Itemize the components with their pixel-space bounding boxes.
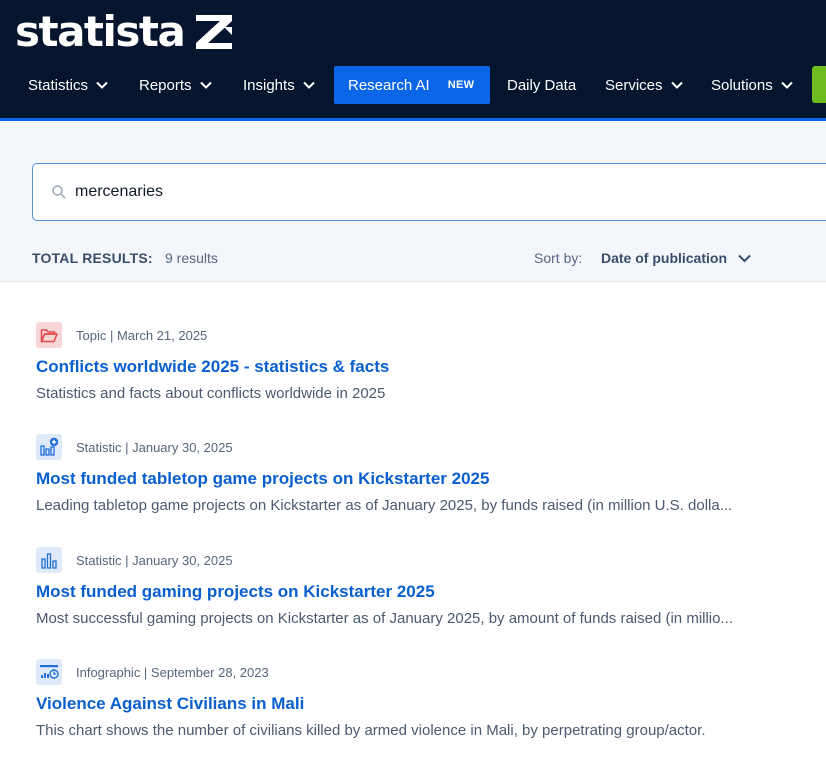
nav-reports-label: Reports [139, 76, 192, 94]
nav-solutions[interactable]: Solutions [711, 66, 793, 104]
sort-dropdown[interactable]: Date of publication [601, 250, 727, 266]
result-meta-text: Statistic | January 30, 2025 [76, 552, 233, 568]
result-meta-text: Statistic | January 30, 2025 [76, 439, 233, 455]
result-meta: Topic | March 21, 2025 [36, 322, 207, 348]
folder-icon [36, 322, 62, 348]
statista-logo[interactable]: statista [15, 8, 234, 56]
result-description: Most successful gaming projects on Kicks… [36, 610, 733, 627]
search-icon [52, 185, 66, 199]
result-meta-text: Infographic | September 28, 2023 [76, 664, 269, 680]
result-description: Leading tabletop game projects on Kickst… [36, 497, 733, 514]
chevron-down-icon[interactable] [738, 254, 751, 263]
nav-research-ai-button[interactable]: Research AI NEW [334, 66, 490, 104]
new-badge: NEW [447, 79, 475, 91]
nav-daily-data-label: Daily Data [507, 76, 577, 94]
search-input[interactable] [75, 178, 775, 206]
result-meta-text: Topic | March 21, 2025 [76, 327, 208, 343]
logo-mark-icon [196, 15, 233, 49]
nav-solutions-label: Solutions [711, 76, 773, 94]
result-meta: Infographic | September 28, 2023 [36, 659, 269, 685]
nav-research-ai-label: Research AI [348, 76, 430, 94]
chevron-down-icon [781, 81, 793, 89]
chevron-down-icon [199, 81, 212, 89]
nav-reports[interactable]: Reports [139, 66, 212, 104]
nav-statistics-label: Statistics [28, 76, 89, 94]
sort-by-label: Sort by: [534, 250, 583, 266]
nav-insights[interactable]: Insights [243, 66, 315, 104]
nav-insights-label: Insights [243, 76, 295, 94]
chevron-down-icon [670, 81, 683, 89]
cta-button-partial[interactable] [812, 66, 826, 103]
top-header: statista Statistics Reports Insights Res… [0, 0, 826, 118]
nav-services-label: Services [605, 76, 663, 94]
result-title-link[interactable]: Violence Against Civilians in Mali [36, 694, 304, 714]
infographic-icon [36, 659, 62, 685]
result-title-link[interactable]: Most funded gaming projects on Kickstart… [36, 582, 435, 602]
main-nav: Statistics Reports Insights Research AI … [0, 66, 826, 104]
result-description: Statistics and facts about conflicts wor… [36, 385, 386, 402]
chevron-down-icon [96, 81, 108, 89]
search-section: TOTAL RESULTS: 9 results Sort by: Date o… [0, 121, 826, 282]
total-results-label: TOTAL RESULTS: [32, 250, 153, 266]
logo-wordmark: statista [15, 7, 186, 56]
nav-daily-data[interactable]: Daily Data [507, 66, 576, 104]
result-title-link[interactable]: Conflicts worldwide 2025 - statistics & … [36, 357, 389, 377]
result-description: This chart shows the number of civilians… [36, 722, 706, 739]
total-results-count: 9 results [165, 250, 218, 266]
nav-services[interactable]: Services [605, 66, 683, 104]
result-meta: Statistic | January 30, 2025 [36, 547, 233, 573]
bar-chart-icon [36, 547, 62, 573]
nav-statistics[interactable]: Statistics [28, 66, 108, 104]
result-meta: Statistic | January 30, 2025 [36, 434, 233, 460]
result-title-link[interactable]: Most funded tabletop game projects on Ki… [36, 469, 489, 489]
search-box[interactable] [32, 163, 826, 221]
chevron-down-icon [302, 81, 315, 89]
bar-chart-plus-icon [36, 434, 62, 460]
results-bar: TOTAL RESULTS: 9 results Sort by: Date o… [32, 248, 792, 270]
